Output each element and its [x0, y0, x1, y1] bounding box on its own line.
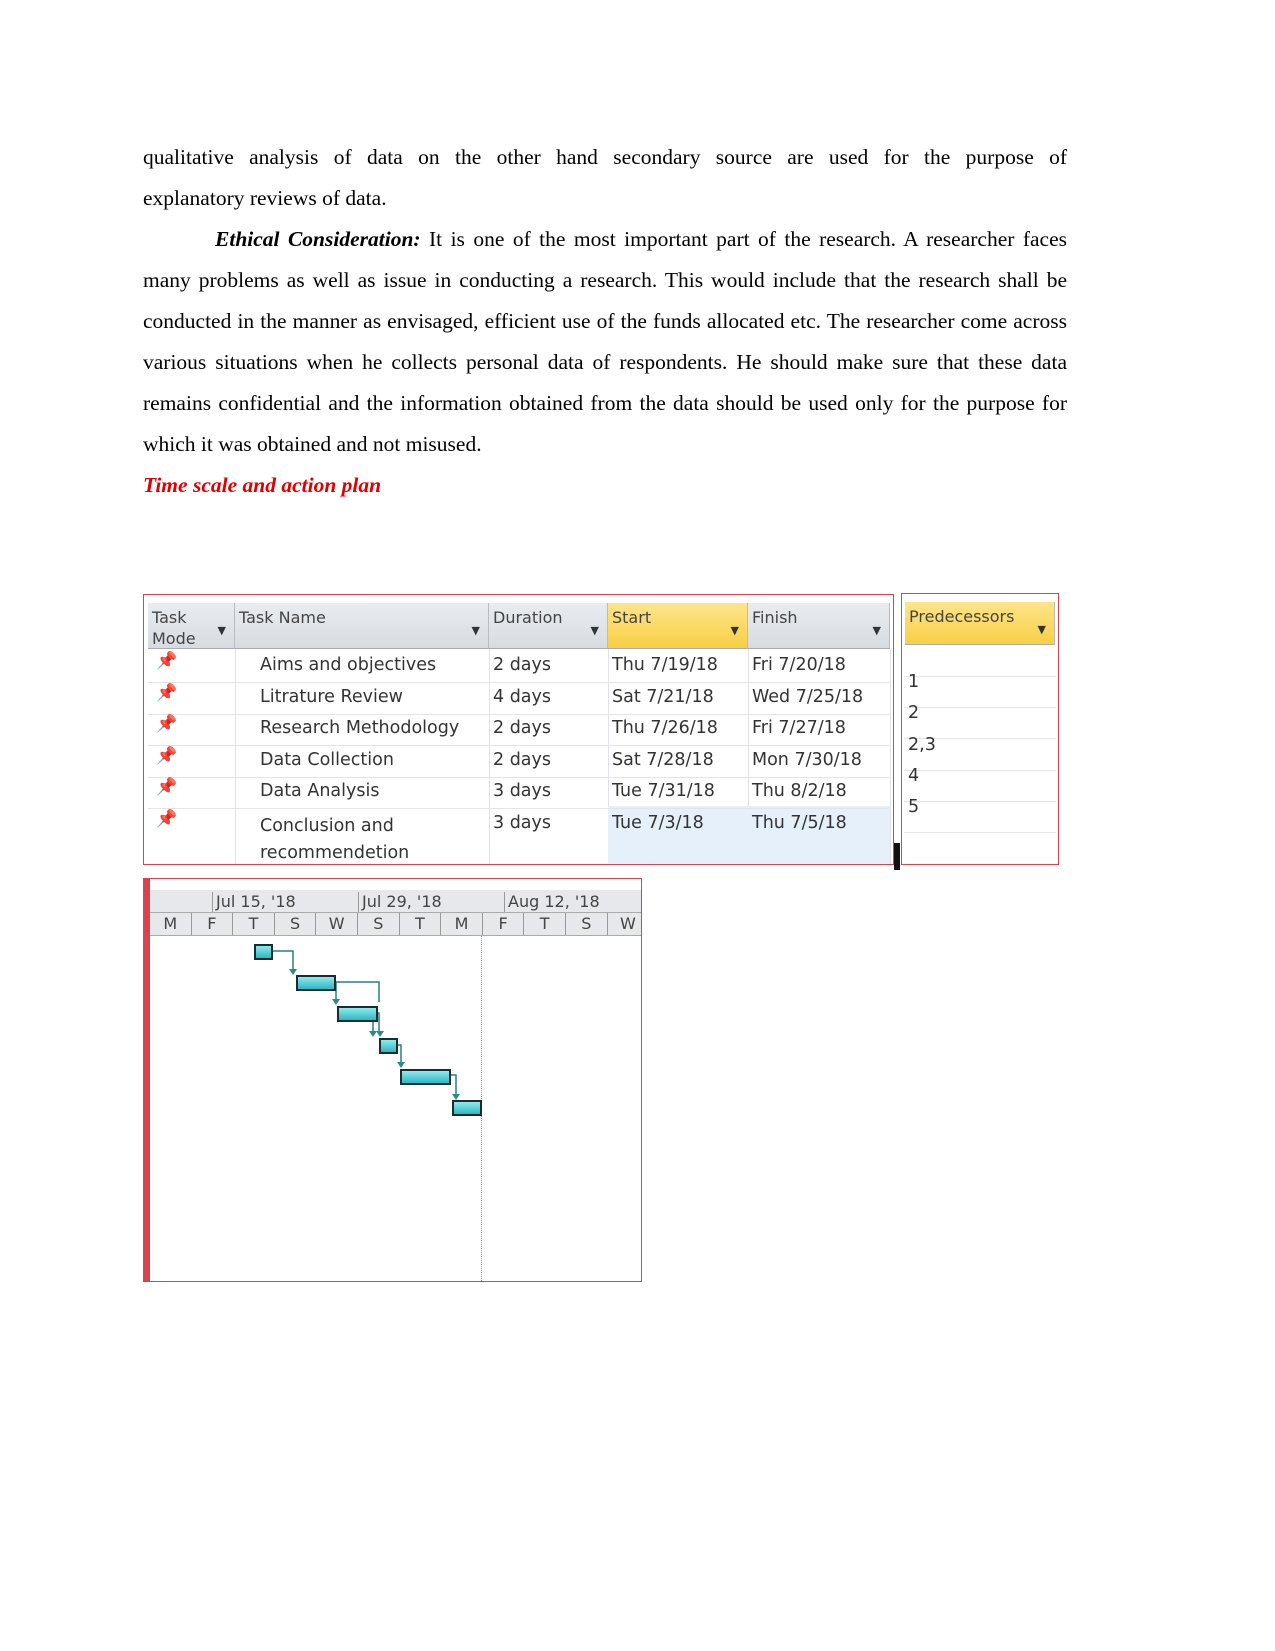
gantt-bar [296, 975, 336, 991]
gantt-bar [379, 1038, 398, 1054]
ethical-text: It is one of the most important part of … [143, 227, 1067, 456]
gantt-bar [452, 1100, 482, 1116]
task-start: Sat 7/21/18 [612, 686, 714, 707]
column-header-duration: Duration ▼ [489, 603, 608, 649]
task-duration: 4 days [493, 686, 552, 707]
task-start: Sat 7/28/18 [612, 749, 714, 770]
task-duration: 3 days [493, 781, 552, 801]
ethical-label: Ethical Consideration: [215, 227, 421, 251]
column-header-task-mode: Task Mode ▼ [148, 603, 235, 649]
predecessor-value: 2,3 [908, 734, 936, 755]
pushpin-icon: 📌 [156, 745, 178, 766]
table-row[interactable]: 📌 Research Methodology 2 days Thu 7/26/1… [148, 714, 889, 746]
task-finish: Wed 7/25/18 [752, 686, 864, 707]
task-start: Thu 7/26/18 [612, 718, 718, 738]
paragraph-line: explanatory reviews of data. [143, 186, 387, 210]
gantt-bar [254, 944, 273, 960]
predecessor-cell[interactable] [904, 645, 1056, 677]
task-finish: Fri 7/20/18 [752, 655, 846, 675]
predecessor-cell[interactable]: 5 [904, 797, 1056, 833]
task-duration: 2 days [493, 749, 552, 770]
task-name: Conclusion and recommendetion [260, 815, 410, 863]
task-duration: 3 days [493, 812, 552, 833]
resize-handle [894, 843, 900, 870]
ethical-paragraph: Ethical Consideration: It is one of the … [143, 219, 1067, 465]
gantt-bar [400, 1069, 451, 1085]
table-row[interactable]: 📌 Data Collection 2 days Sat 7/28/18 Mon… [148, 746, 889, 778]
task-start: Tue 7/3/18 [612, 812, 704, 833]
table-row[interactable]: 📌 Conclusion and recommendetion 3 days T… [148, 808, 889, 865]
table-row[interactable]: 📌 Litrature Review 4 days Sat 7/21/18 We… [148, 683, 889, 715]
task-finish: Thu 8/2/18 [752, 781, 847, 801]
pushpin-icon: 📌 [156, 651, 178, 671]
task-name: Research Methodology [260, 718, 460, 738]
predecessors-image: Predecessors ▼ 1 2 2,3 4 5 [901, 593, 1059, 865]
section-heading: Time scale and action plan [143, 473, 382, 497]
pushpin-icon: 📌 [156, 682, 178, 703]
gantt-chart-image: Jul 15, '18 Jul 29, '18 Aug 12, '18 M F T S W S T… [143, 878, 642, 1282]
pushpin-icon: 📌 [156, 808, 178, 829]
predecessor-cell[interactable]: 2,3 [904, 735, 1056, 771]
task-finish: Thu 7/5/18 [752, 812, 847, 833]
body-text: qualitative analysis of data on the othe… [143, 137, 1067, 506]
gantt-bar [337, 1006, 378, 1022]
task-table-image: Task Mode ▼ Task Name ▼ Duration ▼ Start ▼ F… [143, 594, 894, 865]
task-name: Litrature Review [260, 686, 403, 707]
column-header-finish: Finish ▼ [748, 603, 890, 649]
column-header-predecessors: Predecessors ▼ [905, 602, 1055, 645]
predecessor-cell[interactable]: 4 [904, 766, 1056, 802]
task-duration: 2 days [493, 655, 552, 675]
paragraph-line: qualitative analysis of data on the othe… [143, 145, 1067, 169]
task-start: Thu 7/19/18 [612, 655, 718, 675]
table-row[interactable]: 📌 Aims and objectives 2 days Thu 7/19/18… [148, 651, 889, 683]
predecessor-value: 5 [908, 797, 920, 817]
predecessor-value: 4 [908, 765, 920, 786]
pushpin-icon: 📌 [156, 777, 178, 797]
task-name: Data Analysis [260, 781, 380, 801]
dependency-links [267, 950, 460, 1100]
task-duration: 2 days [493, 718, 552, 738]
task-name: Aims and objectives [260, 655, 437, 675]
task-finish: Mon 7/30/18 [752, 749, 862, 770]
column-header-task-name: Task Name ▼ [235, 603, 489, 649]
pushpin-icon: 📌 [156, 714, 178, 734]
column-header-start: Start ▼ [608, 603, 748, 649]
predecessor-value: 2 [908, 703, 920, 724]
task-name: Data Collection [260, 749, 394, 770]
task-finish: Fri 7/27/18 [752, 718, 846, 738]
table-row[interactable]: 📌 Data Analysis 3 days Tue 7/31/18 Thu 8… [148, 777, 889, 809]
document-page: qualitative analysis of data on the othe… [0, 0, 1275, 1651]
predecessor-cell[interactable]: 1 [904, 672, 1056, 709]
task-start: Tue 7/31/18 [612, 781, 715, 801]
predecessor-value: 1 [908, 672, 920, 693]
